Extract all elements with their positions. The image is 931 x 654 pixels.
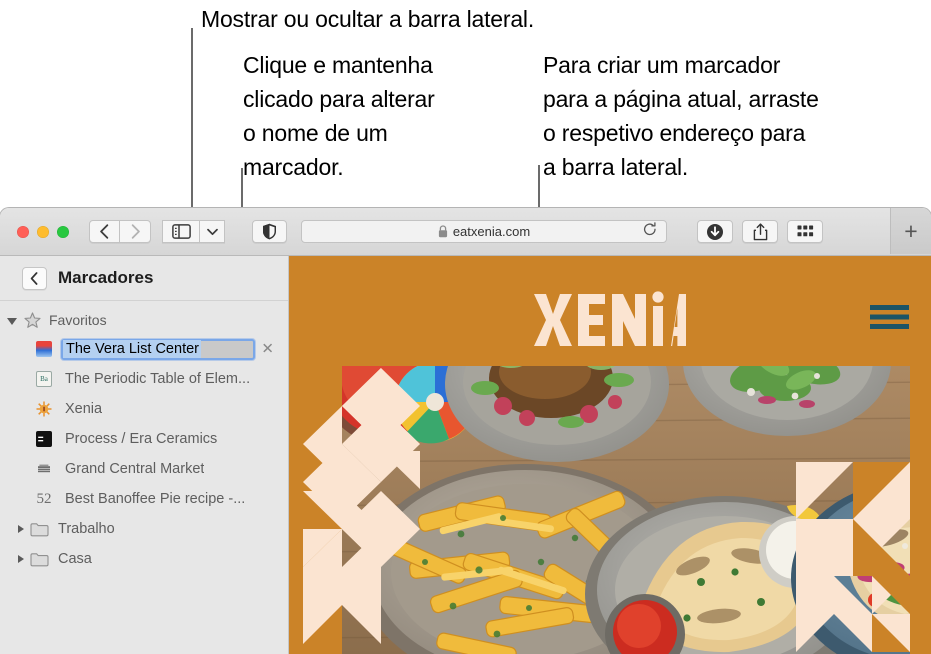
browser-window: eatxenia.com + Marcadores Favoritos The … — [0, 208, 931, 654]
zoom-window-button[interactable] — [57, 225, 69, 238]
lock-icon — [438, 225, 447, 238]
xenia-sun-favicon — [36, 401, 52, 417]
reload-button[interactable] — [643, 221, 657, 242]
window-content: Marcadores Favoritos The Vera List Cente… — [0, 256, 931, 654]
sidebar-icon — [171, 224, 191, 239]
toolbar: eatxenia.com + — [0, 208, 931, 256]
navigation-buttons[interactable] — [89, 220, 151, 243]
privacy-report-button[interactable] — [252, 220, 287, 243]
leader-line-sidebar-toggle — [191, 28, 193, 214]
banoffee-52-favicon: 52 — [36, 491, 52, 507]
disclosure-triangle-icon[interactable] — [7, 317, 17, 325]
bookmark-row[interactable]: Process / Era Ceramics — [0, 424, 288, 454]
bookmark-row[interactable]: 52 Best Banoffee Pie recipe -... — [0, 484, 288, 514]
web-page — [289, 256, 931, 654]
bookmark-label: Grand Central Market — [65, 461, 205, 477]
bookmark-row-editing[interactable]: The Vera List Center ✕ — [0, 334, 288, 364]
downloads-icon — [707, 223, 723, 240]
bookmark-row[interactable]: Ba The Periodic Table of Elem... — [0, 364, 288, 394]
address-bar-content: eatxenia.com — [302, 224, 666, 239]
bookmark-name-input[interactable]: The Vera List Center — [61, 338, 255, 360]
address-bar-url: eatxenia.com — [452, 224, 531, 239]
privacy-shield-icon — [263, 223, 276, 240]
callout-sidebar-toggle: Mostrar ou ocultar a barra lateral. — [201, 6, 535, 32]
back-button[interactable] — [89, 220, 120, 243]
sidebar-back-button[interactable] — [22, 266, 47, 290]
sidebar-folder-trabalho[interactable]: Trabalho — [0, 514, 288, 544]
bookmarks-sidebar: Marcadores Favoritos The Vera List Cente… — [0, 256, 289, 654]
new-tab-label: + — [904, 217, 918, 244]
share-icon — [753, 222, 767, 240]
bookmark-label: Xenia — [65, 401, 103, 417]
site-header — [289, 256, 931, 366]
sidebar-folder-casa[interactable]: Casa — [0, 544, 288, 574]
sidebar-group-favoritos[interactable]: Favoritos — [0, 306, 288, 334]
close-window-button[interactable] — [17, 225, 29, 238]
periodic-table-favicon: Ba — [36, 371, 52, 387]
chevron-left-icon — [100, 224, 109, 239]
callout-rename-bookmark: Clique e mantenha clicado para alterar o… — [243, 52, 435, 180]
hero-image-area — [289, 366, 931, 654]
annotation-layer: Mostrar ou ocultar a barra lateral. Cliq… — [0, 0, 931, 382]
sidebar-controls[interactable] — [162, 220, 225, 243]
tab-overview-icon — [797, 225, 813, 237]
tab-overview-button[interactable] — [787, 220, 823, 243]
decorative-pattern — [289, 366, 931, 654]
forward-button[interactable] — [120, 220, 151, 243]
toolbar-right-buttons[interactable] — [697, 220, 823, 243]
bookmark-name-value: The Vera List Center — [63, 340, 201, 358]
site-logo[interactable] — [534, 286, 686, 353]
bookmark-label: Process / Era Ceramics — [65, 431, 218, 447]
address-bar[interactable]: eatxenia.com — [301, 220, 667, 243]
share-button[interactable] — [742, 220, 778, 243]
chevron-down-icon — [206, 228, 218, 235]
new-tab-button[interactable]: + — [890, 208, 931, 254]
folder-icon — [30, 552, 49, 566]
disclosure-triangle-icon[interactable] — [18, 525, 24, 533]
xenia-logo — [534, 291, 686, 346]
star-icon — [24, 311, 41, 328]
sidebar-folder-label: Trabalho — [58, 521, 115, 537]
sidebar-group-label: Favoritos — [49, 312, 107, 328]
sidebar-title: Marcadores — [58, 268, 154, 287]
sidebar-folder-label: Casa — [58, 551, 92, 567]
minimize-window-button[interactable] — [37, 225, 49, 238]
chevron-left-icon — [30, 271, 38, 285]
callout-create-bookmark: Para criar um marcador para a página atu… — [543, 52, 819, 180]
reload-icon — [643, 221, 656, 235]
sidebar-options-button[interactable] — [200, 220, 225, 243]
bookmark-label: Best Banoffee Pie recipe -... — [65, 491, 246, 507]
hamburger-menu-icon[interactable] — [870, 304, 909, 335]
bookmark-row[interactable]: Grand Central Market — [0, 454, 288, 484]
era-ceramics-favicon — [36, 431, 52, 447]
vera-list-center-favicon — [36, 341, 52, 357]
downloads-button[interactable] — [697, 220, 733, 243]
chevron-right-icon — [131, 224, 140, 239]
sidebar-toggle-button[interactable] — [162, 220, 200, 243]
close-icon[interactable]: ✕ — [261, 342, 274, 357]
sidebar-header: Marcadores — [0, 256, 288, 301]
disclosure-triangle-icon[interactable] — [18, 555, 24, 563]
window-controls[interactable] — [17, 225, 69, 238]
folder-icon — [30, 522, 49, 536]
bookmark-row[interactable]: Xenia — [0, 394, 288, 424]
grand-central-market-favicon — [36, 461, 52, 477]
bookmark-label: The Periodic Table of Elem... — [65, 371, 251, 387]
